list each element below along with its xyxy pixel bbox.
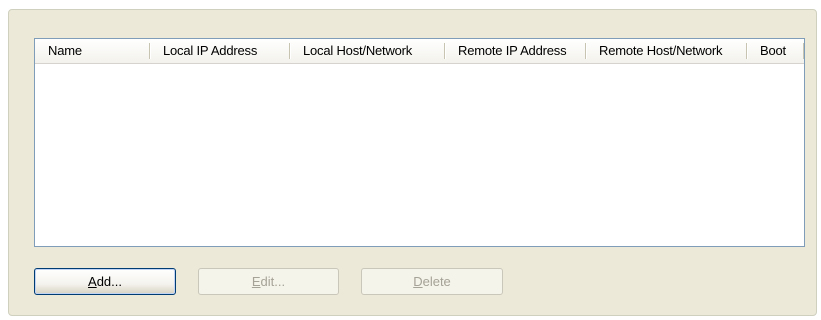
delete-button-mnemonic: D	[413, 274, 423, 289]
edit-button-mnemonic: E	[251, 274, 261, 289]
column-header-remote-ip-address[interactable]: Remote IP Address	[445, 39, 586, 63]
delete-button[interactable]: Delete	[361, 268, 503, 295]
column-header-local-ip-address[interactable]: Local IP Address	[150, 39, 290, 63]
dialog-page: Name Local IP Address Local Host/Network…	[0, 0, 821, 320]
list-body[interactable]	[35, 64, 804, 246]
add-button-label: dd...	[96, 274, 122, 289]
column-header-remote-host-network[interactable]: Remote Host/Network	[586, 39, 747, 63]
edit-button-label: dit...	[260, 274, 286, 289]
list-header: Name Local IP Address Local Host/Network…	[35, 39, 804, 64]
delete-button-label: elete	[422, 274, 451, 289]
column-header-name[interactable]: Name	[35, 39, 150, 63]
column-header-boot[interactable]: Boot	[747, 39, 804, 63]
add-button-mnemonic: A	[88, 274, 97, 289]
edit-button[interactable]: Edit...	[198, 268, 339, 295]
connections-list[interactable]: Name Local IP Address Local Host/Network…	[34, 38, 805, 247]
add-button[interactable]: Add...	[34, 268, 176, 295]
column-header-local-host-network[interactable]: Local Host/Network	[290, 39, 445, 63]
